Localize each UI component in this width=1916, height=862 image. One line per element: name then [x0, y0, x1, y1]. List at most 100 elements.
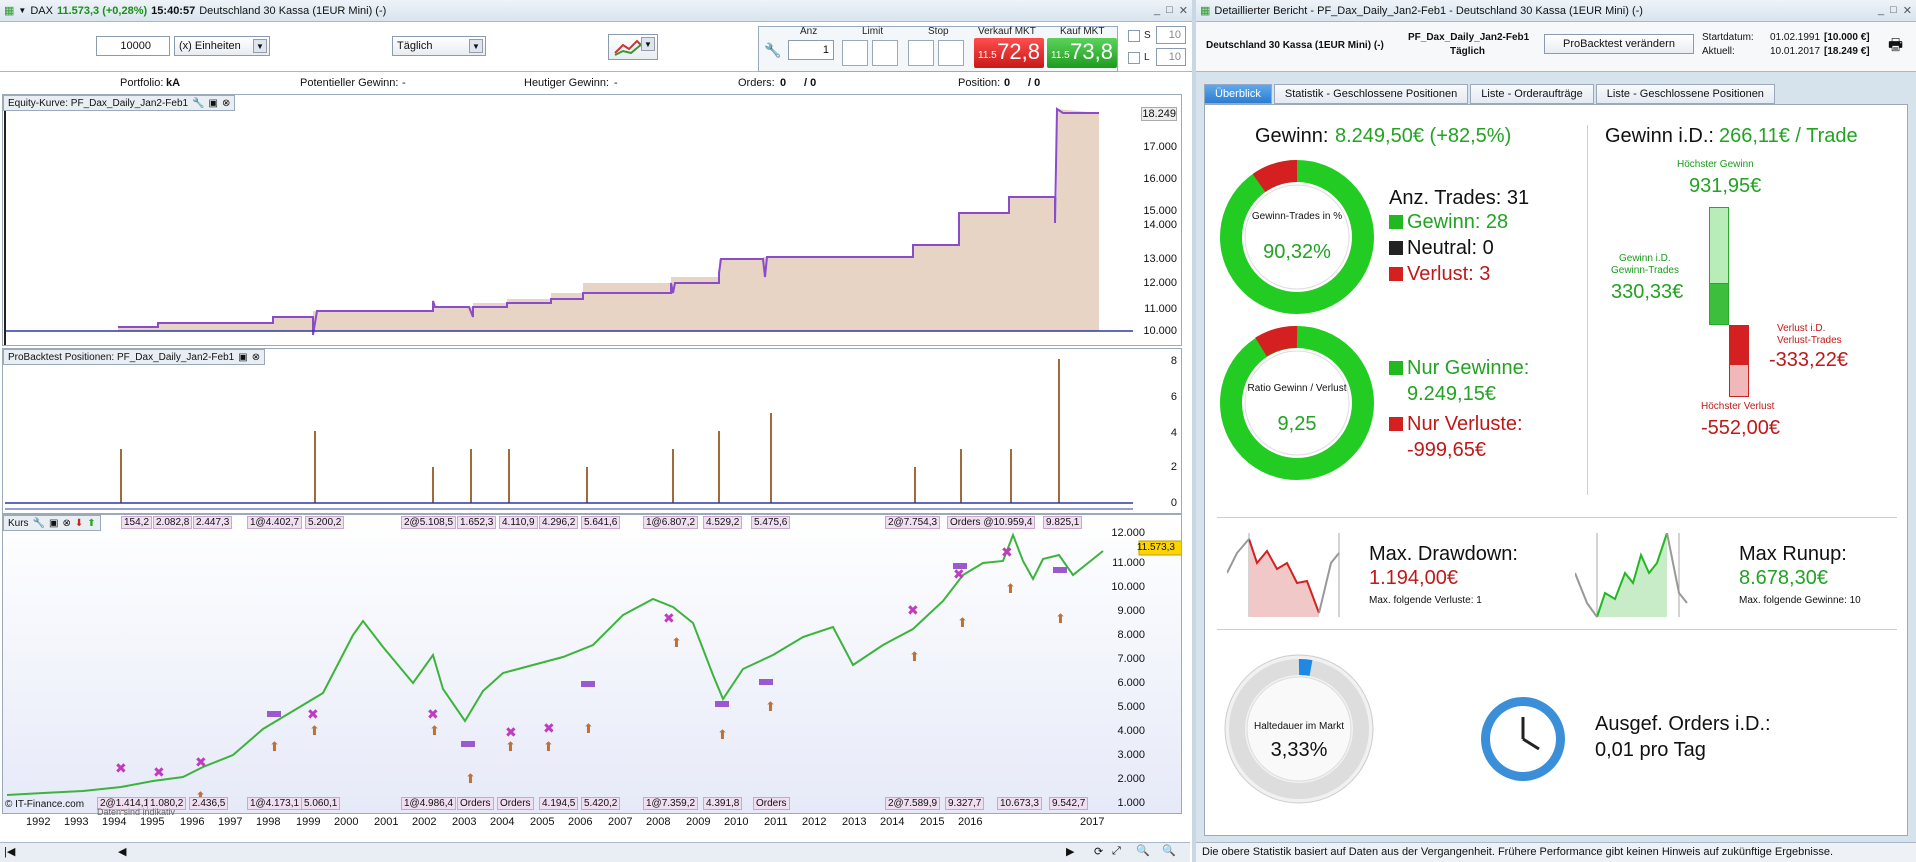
equity-tick: 10.000 — [1143, 325, 1177, 337]
refresh-icon[interactable]: ⟳ — [1094, 845, 1103, 858]
portfolio-value: kA — [166, 77, 181, 89]
anz-input[interactable]: 1 — [788, 40, 834, 60]
trades-count: Anz. Trades: 31 — [1389, 187, 1530, 209]
order-tag[interactable]: 2@7.754,3 — [885, 516, 941, 529]
order-tag[interactable]: Orders — [457, 797, 494, 810]
order-tag[interactable]: 4.391,8 — [703, 797, 743, 810]
order-tag[interactable]: 5.200,2 — [305, 516, 345, 529]
order-tag[interactable]: 1@6.807,2 — [643, 516, 699, 529]
l-input[interactable]: 10 — [1156, 48, 1186, 66]
position-value-2[interactable]: / 0 — [1028, 77, 1040, 89]
order-tag[interactable]: 1@4.173,1 — [247, 797, 303, 810]
change-backtest-button[interactable]: ProBacktest verändern — [1544, 34, 1694, 54]
minimize-icon[interactable]: _ — [1154, 4, 1160, 17]
maximize-icon[interactable]: □ — [1166, 4, 1173, 17]
chart-scrollbar[interactable]: |◀ ◀ ▶ ⟳ ⤢ 🔍 🔍 — [0, 842, 1190, 862]
order-tag[interactable]: 4.529,2 — [703, 516, 743, 529]
tab-closed-positions[interactable]: Liste - Geschlossene Positionen — [1595, 84, 1775, 104]
avg-win-bar — [1709, 283, 1729, 325]
close-icon[interactable]: ✕ — [1179, 4, 1188, 17]
zoom-fit-icon[interactable]: ⤢ — [1112, 845, 1121, 858]
units-select[interactable]: (x) Einheiten ▼ — [174, 36, 270, 56]
window-icon[interactable]: ▣ — [49, 518, 58, 529]
quantity-input[interactable]: 10000 — [96, 36, 170, 56]
order-tag[interactable]: 154,2 — [121, 516, 153, 529]
equity-panel-title[interactable]: Equity-Kurve: PF_Dax_Daily_Jan2-Feb1 🔧 ▣… — [3, 95, 236, 111]
scroll-right-icon[interactable]: ▶ — [1066, 845, 1074, 858]
order-tag[interactable]: 5.475,6 — [751, 516, 791, 529]
svg-text:⬆: ⬆ — [1005, 582, 1016, 597]
wrench-icon[interactable]: 🔧 — [192, 98, 204, 109]
tab-statistics[interactable]: Statistik - Geschlossene Positionen — [1273, 84, 1469, 104]
stop-buy-button[interactable] — [908, 40, 934, 66]
up-arrow-icon[interactable]: ⬆ — [87, 518, 95, 529]
limit-buy-button[interactable] — [842, 40, 868, 66]
chevron-down-icon[interactable]: ▼ — [18, 6, 26, 15]
order-tag[interactable]: 4.110,9 — [499, 516, 538, 529]
order-tag[interactable]: 1.652,3 — [457, 516, 497, 529]
order-tag[interactable]: 1@4.402,7 — [247, 516, 303, 529]
zoom-in-icon[interactable]: 🔍 — [1162, 844, 1176, 857]
close-icon[interactable]: ⊗ — [252, 352, 260, 363]
price-line — [6, 532, 1104, 796]
period-select[interactable]: Täglich ▼ — [392, 36, 486, 56]
order-tag[interactable]: 5.641,6 — [581, 516, 621, 529]
order-tag[interactable]: 2.082,8 — [153, 516, 193, 529]
chart-type-button[interactable]: ▼ — [608, 34, 658, 60]
svg-text:⬆: ⬆ — [269, 740, 280, 755]
start-value: [10.000 €] — [1824, 32, 1870, 43]
down-arrow-icon[interactable]: ⬇ — [75, 518, 83, 529]
print-icon[interactable]: 🖶 — [1888, 34, 1903, 61]
position-value[interactable]: 0 — [1004, 77, 1010, 89]
runup-chart — [1575, 533, 1688, 618]
order-tag[interactable]: 5.420,2 — [581, 797, 621, 810]
price-last-value: 11.573,3 — [1136, 542, 1175, 553]
sell-market-button[interactable]: 11.5 72,8 — [974, 38, 1044, 68]
orders-value-2[interactable]: / 0 — [804, 77, 816, 89]
order-tag[interactable]: 10.673,3 — [997, 797, 1042, 810]
order-tag[interactable]: 4.296,2 — [539, 516, 579, 529]
runup-sub: Max. folgende Gewinne: 10 — [1739, 595, 1861, 606]
order-tag[interactable]: 9.825,1 — [1043, 516, 1083, 529]
minimize-icon[interactable]: _ — [1878, 4, 1884, 17]
order-tag[interactable]: Orders — [753, 797, 790, 810]
order-tag[interactable]: 2.436,5 — [189, 797, 229, 810]
symbol-label[interactable]: DAX — [30, 5, 53, 17]
order-tag[interactable]: 2@5.108,5 — [401, 516, 457, 529]
l-checkbox[interactable] — [1128, 52, 1140, 64]
buy-market-button[interactable]: 11.5 73,8 — [1047, 38, 1117, 68]
orders-value[interactable]: 0 — [780, 77, 786, 89]
tab-orders[interactable]: Liste - Orderaufträge — [1470, 84, 1594, 104]
order-tag[interactable]: 1@4.986,4 — [401, 797, 457, 810]
scroll-start-icon[interactable]: |◀ — [4, 845, 15, 858]
order-tag[interactable]: 9.327,7 — [945, 797, 985, 810]
order-tag[interactable]: 5.060,1 — [301, 797, 341, 810]
order-tag[interactable]: 1@7.359,2 — [643, 797, 699, 810]
maximize-icon[interactable]: □ — [1890, 4, 1897, 17]
wrench-icon[interactable]: 🔧 — [33, 518, 45, 529]
order-tag[interactable]: Orders — [497, 797, 534, 810]
s-input[interactable]: 10 — [1156, 26, 1186, 44]
tab-overview[interactable]: Überblick — [1204, 84, 1272, 104]
close-icon[interactable]: ⊗ — [62, 518, 70, 529]
drawdown-chart — [1227, 533, 1340, 617]
limit-sell-button[interactable] — [872, 40, 898, 66]
order-tag[interactable]: 9.542,7 — [1049, 797, 1089, 810]
close-icon[interactable]: ⊗ — [222, 98, 230, 109]
positions-panel-title[interactable]: ProBacktest Positionen: PF_Dax_Daily_Jan… — [3, 349, 266, 365]
window-icon[interactable]: ▣ — [238, 352, 247, 363]
stop-sell-button[interactable] — [938, 40, 964, 66]
s-checkbox[interactable] — [1128, 30, 1140, 42]
order-tag[interactable]: Orders @10.959,4 — [947, 516, 1036, 529]
scroll-left-icon[interactable]: ◀ — [118, 845, 126, 858]
year-tick: 1999 — [296, 816, 321, 828]
order-tag[interactable]: 2.447,3 — [193, 516, 233, 529]
order-tag[interactable]: 2@7.589,9 — [885, 797, 941, 810]
close-icon[interactable]: ✕ — [1903, 4, 1912, 17]
order-wrench-icon[interactable]: 🔧 — [764, 42, 781, 59]
order-tag[interactable]: 4.194,5 — [539, 797, 579, 810]
price-panel-title[interactable]: Kurs 🔧 ▣ ⊗ ⬇ ⬆ — [3, 515, 101, 531]
year-tick: 2006 — [568, 816, 593, 828]
zoom-out-icon[interactable]: 🔍 — [1136, 844, 1150, 857]
window-icon[interactable]: ▣ — [209, 98, 218, 109]
